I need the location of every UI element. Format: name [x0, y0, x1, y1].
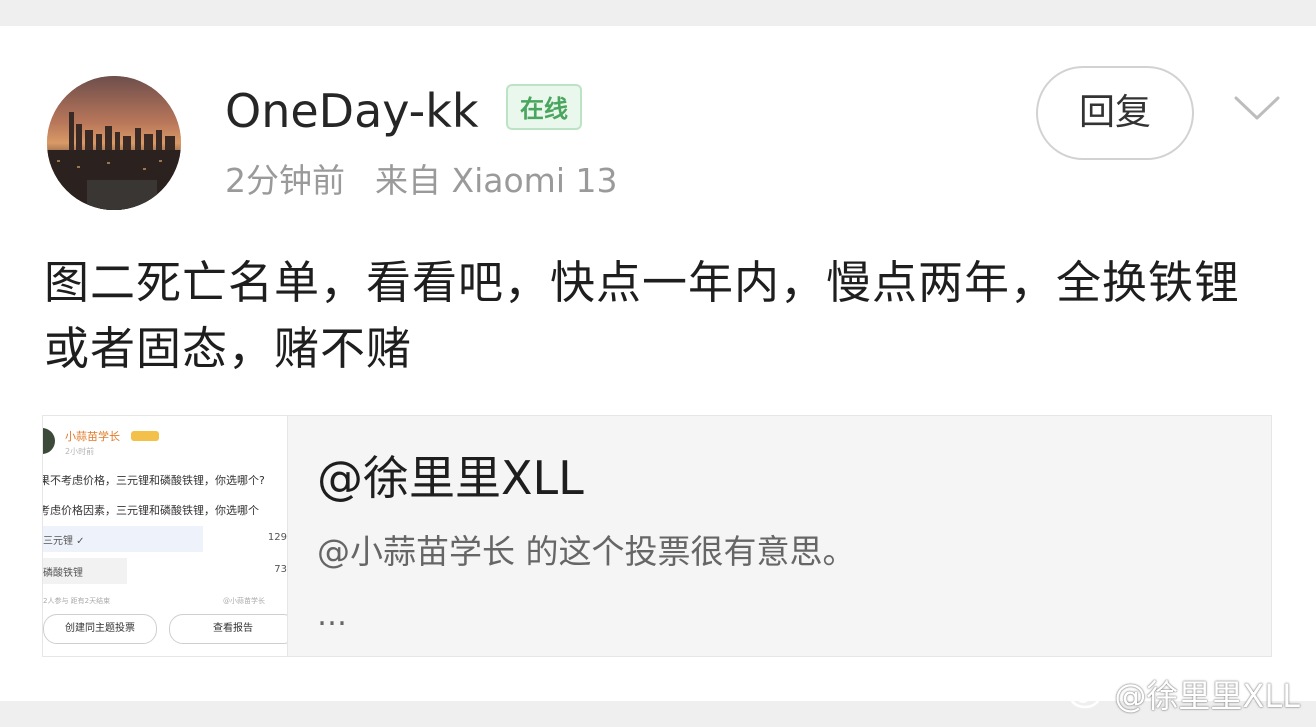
crown-icon: [131, 431, 159, 441]
thumbnail-author: 小蒜苗学长: [65, 430, 120, 443]
post-card: OneDay-kk 在线 2分钟前 来自 Xiaomi 13 回复 图二死亡名单，…: [0, 26, 1316, 701]
online-badge: 在线: [506, 84, 582, 130]
repost-thumbnail[interactable]: 小蒜苗学长 2小时前 果不考虑价格，三元锂和磷酸铁锂，你选哪个? 考虑价格因素，…: [43, 416, 288, 656]
thumbnail-question-2: 考虑价格因素，三元锂和磷酸铁锂，你选哪个: [43, 504, 259, 517]
thumbnail-question-1: 果不考虑价格，三元锂和磷酸铁锂，你选哪个?: [43, 474, 265, 487]
post-meta: 2分钟前 来自 Xiaomi 13: [225, 156, 617, 206]
view-report-button: 查看报告: [169, 614, 287, 644]
repost-ellipsis: …: [317, 598, 347, 633]
avatar-image: [47, 76, 181, 210]
thumbnail-time: 2小时前: [65, 447, 95, 456]
repost-text: @小蒜苗学长 的这个投票很有意思。: [317, 532, 856, 571]
weibo-logo-icon: [1068, 674, 1108, 722]
post-text: 图二死亡名单，看看吧，快点一年内，慢点两年，全换铁锂或者固态，赌不赌: [44, 256, 1241, 375]
poll-footer-left: 2人参与 距有2天结束: [43, 597, 111, 605]
poll-option-2: 磷酸铁锂: [43, 568, 83, 579]
poll-count-2: 73: [274, 564, 287, 575]
username[interactable]: OneDay-kk: [225, 81, 479, 141]
avatar[interactable]: [47, 76, 181, 210]
watermark: @徐里里XLL: [1068, 672, 1300, 722]
chevron-down-icon[interactable]: [1232, 88, 1282, 128]
repost-card[interactable]: 小蒜苗学长 2小时前 果不考虑价格，三元锂和磷酸铁锂，你选哪个? 考虑价格因素，…: [42, 415, 1272, 657]
repost-author[interactable]: @徐里里XLL: [317, 448, 584, 508]
create-poll-button: 创建同主题投票: [43, 614, 157, 644]
poll-footer-right: @小蒜苗学长: [223, 597, 265, 605]
poll-count-1: 129: [267, 532, 287, 543]
post-time: 2分钟前: [225, 161, 345, 200]
poll-option-1: 三元锂 ✓: [43, 536, 85, 547]
thumbnail-avatar: [43, 428, 55, 454]
watermark-text: @徐里里XLL: [1114, 677, 1300, 715]
post-source: 来自 Xiaomi 13: [375, 161, 618, 200]
reply-button[interactable]: 回复: [1036, 66, 1194, 160]
